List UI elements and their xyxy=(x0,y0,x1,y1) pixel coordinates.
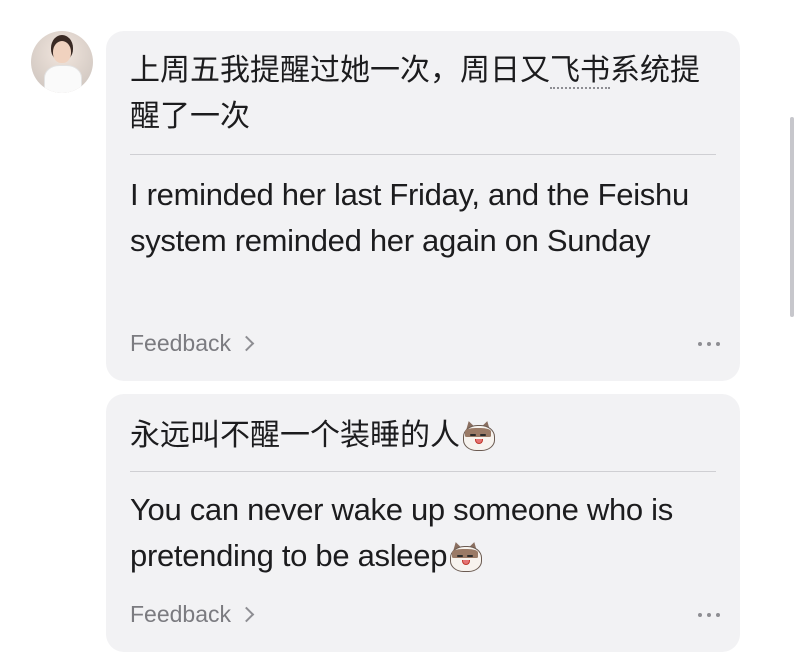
translation-text-content: You can never wake up someone who is pre… xyxy=(130,492,673,573)
cat-face-emoji xyxy=(449,540,483,572)
highlighted-term[interactable]: 飞书 xyxy=(550,54,610,89)
more-options-button[interactable] xyxy=(698,336,720,352)
original-text-part: 上周五我提醒过她一次，周日又 xyxy=(130,54,550,87)
original-text-part: 永远叫不醒一个装睡的人 xyxy=(130,419,460,452)
more-dot xyxy=(698,612,702,617)
feedback-button[interactable]: Feedback xyxy=(130,330,255,357)
feedback-label: Feedback xyxy=(130,601,232,627)
more-dot xyxy=(716,612,720,617)
feedback-label: Feedback xyxy=(130,330,232,356)
translation-footer: Feedback xyxy=(130,601,720,628)
translation-text: You can never wake up someone who is pre… xyxy=(130,472,716,579)
message-bubble[interactable]: 永远叫不醒一个装睡的人 You can never wake up someon… xyxy=(106,394,740,652)
chevron-right-icon xyxy=(238,606,255,623)
cat-face-emoji xyxy=(462,419,495,451)
message-bubble[interactable]: 上周五我提醒过她一次，周日又飞书系统提醒了一次 I reminded her l… xyxy=(106,31,740,381)
original-text: 永远叫不醒一个装睡的人 xyxy=(130,394,716,459)
translation-text: I reminded her last Friday, and the Feis… xyxy=(130,177,689,258)
feedback-button[interactable]: Feedback xyxy=(130,601,255,628)
more-dot xyxy=(698,341,702,346)
avatar-head xyxy=(53,41,71,63)
chevron-right-icon xyxy=(238,335,255,352)
more-dot xyxy=(707,341,711,346)
scrollbar[interactable] xyxy=(790,117,794,317)
more-dot xyxy=(707,612,711,617)
translation-footer: Feedback xyxy=(130,330,720,357)
more-dot xyxy=(716,341,720,346)
avatar-body xyxy=(44,65,82,93)
more-options-button[interactable] xyxy=(698,607,720,623)
original-text: 上周五我提醒过她一次，周日又飞书系统提醒了一次 xyxy=(130,31,716,140)
sender-avatar[interactable] xyxy=(31,31,93,93)
